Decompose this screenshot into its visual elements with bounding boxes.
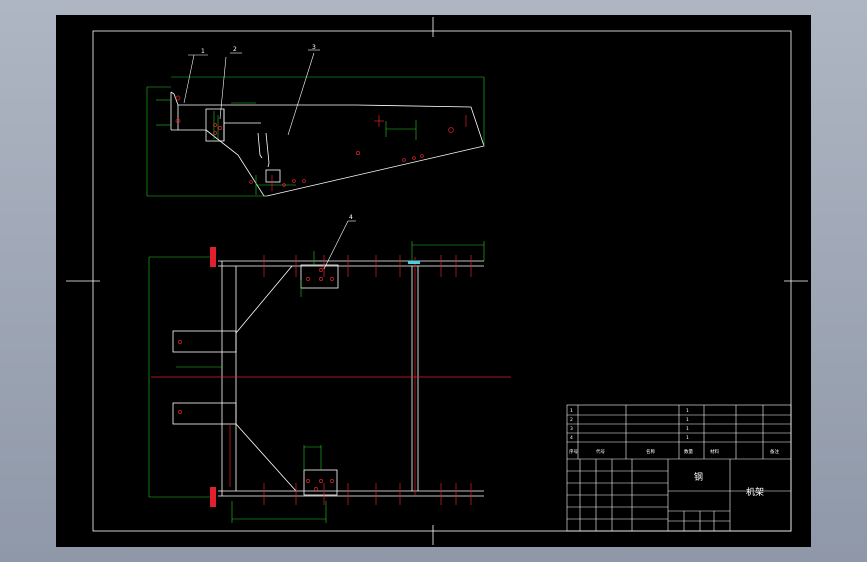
parts-row-4-qty: 1 xyxy=(686,435,689,441)
end-block-top xyxy=(210,247,216,267)
parts-row-3-no: 3 xyxy=(570,426,573,432)
parts-row-2-no: 2 xyxy=(570,417,573,423)
header-material: 材料 xyxy=(710,448,719,455)
balloon-4: 4 xyxy=(349,214,353,221)
drawing-sheet: 1 2 3 4 1 2 3 4 1 1 1 1 序号 代号 名称 数量 材料 备… xyxy=(56,15,811,547)
parts-row-3-qty: 1 xyxy=(686,426,689,432)
parts-row-2-qty: 1 xyxy=(686,417,689,423)
header-no: 序号 xyxy=(569,448,578,455)
title-material-cell: 钢 xyxy=(694,471,703,483)
end-block-bottom xyxy=(210,487,216,507)
title-name-cell: 机架 xyxy=(746,486,764,498)
header-code: 代号 xyxy=(596,448,605,455)
parts-row-4-no: 4 xyxy=(570,435,573,441)
balloon-2: 2 xyxy=(233,46,237,53)
parts-row-1-no: 1 xyxy=(570,408,573,414)
header-name: 名称 xyxy=(646,448,655,455)
header-remark: 备注 xyxy=(770,448,779,455)
title-block xyxy=(566,404,792,532)
cross-member-cap xyxy=(408,261,420,264)
balloon-1: 1 xyxy=(201,48,205,55)
header-qty: 数量 xyxy=(684,448,693,455)
cad-drawing: 1 2 3 4 1 2 3 4 1 1 1 1 序号 代号 名称 数量 材料 备… xyxy=(66,17,808,545)
balloon-3: 3 xyxy=(312,44,316,51)
plan-view: 4 xyxy=(148,214,511,523)
parts-row-1-qty: 1 xyxy=(686,408,689,414)
side-view: 1 2 3 xyxy=(146,44,485,197)
